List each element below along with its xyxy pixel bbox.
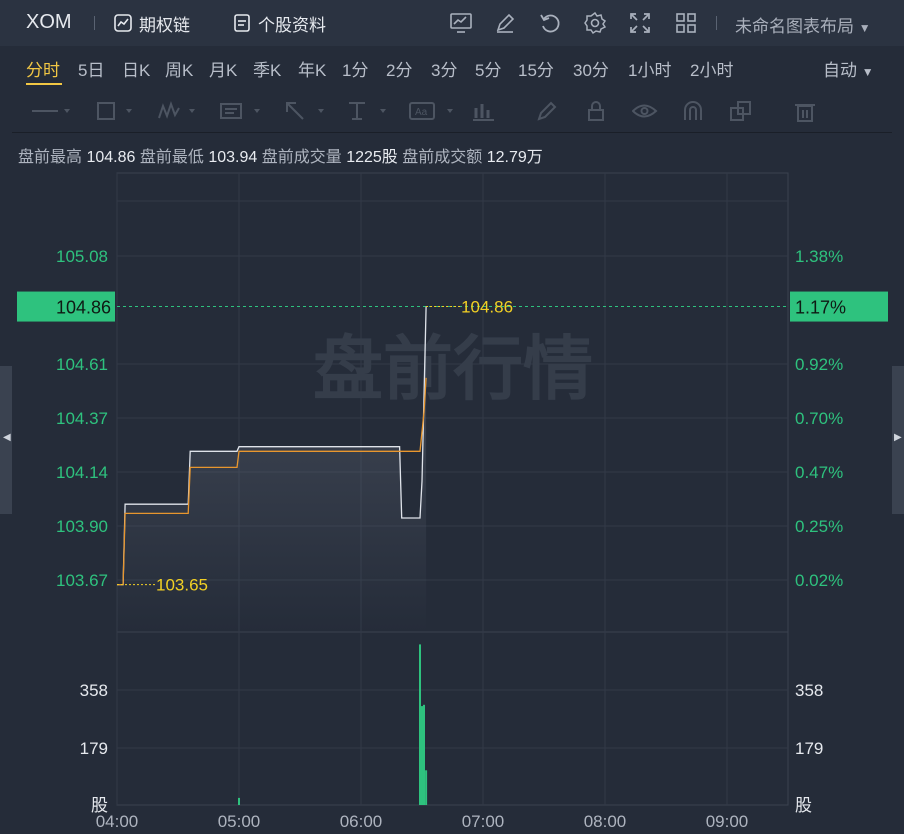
price-tick-label: 104.14: [56, 463, 108, 482]
right-panel-toggle[interactable]: ▶: [892, 366, 904, 514]
current-percent-label: 1.17%: [795, 298, 846, 318]
price-tick-label: 103.90: [56, 517, 108, 536]
percent-tick-label: 0.70%: [795, 409, 843, 428]
high-marker-label: 104.86: [461, 298, 513, 317]
chevron-left-icon: ◀: [3, 432, 11, 443]
percent-tick-label: 0.47%: [795, 463, 843, 482]
low-marker-label: 103.65: [156, 576, 208, 595]
time-tick-label: 08:00: [584, 812, 627, 831]
volume-bar: [423, 704, 425, 805]
volume-bar: [419, 644, 421, 805]
volume-tick-label: 股: [795, 796, 812, 815]
watermark: 盘前行情: [313, 328, 593, 410]
chevron-right-icon: ▶: [894, 432, 902, 443]
price-tick-label: 105.08: [56, 247, 108, 266]
time-tick-label: 06:00: [340, 812, 383, 831]
volume-bar: [425, 770, 428, 805]
volume-tick-label: 358: [80, 681, 108, 700]
price-tick-label: 103.67: [56, 571, 108, 590]
time-tick-label: 05:00: [218, 812, 261, 831]
percent-tick-label: 1.38%: [795, 247, 843, 266]
price-tick-label: 104.37: [56, 409, 108, 428]
time-tick-label: 09:00: [706, 812, 749, 831]
volume-tick-label: 179: [80, 739, 108, 758]
current-price-label: 104.86: [56, 298, 111, 318]
left-panel-toggle[interactable]: ◀: [0, 366, 12, 514]
volume-tick-label: 179: [795, 739, 823, 758]
volume-bar: [421, 706, 423, 805]
percent-tick-label: 0.25%: [795, 517, 843, 536]
intraday-chart[interactable]: 盘前行情 105.08 104.61 104.37 104.14 103.90 103.67…: [0, 0, 904, 834]
percent-tick-label: 0.02%: [795, 571, 843, 590]
price-tick-label: 104.61: [56, 355, 108, 374]
volume-bar: [238, 797, 240, 805]
time-tick-label: 04:00: [96, 812, 139, 831]
time-tick-label: 07:00: [462, 812, 505, 831]
volume-tick-label: 358: [795, 681, 823, 700]
percent-tick-label: 0.92%: [795, 355, 843, 374]
